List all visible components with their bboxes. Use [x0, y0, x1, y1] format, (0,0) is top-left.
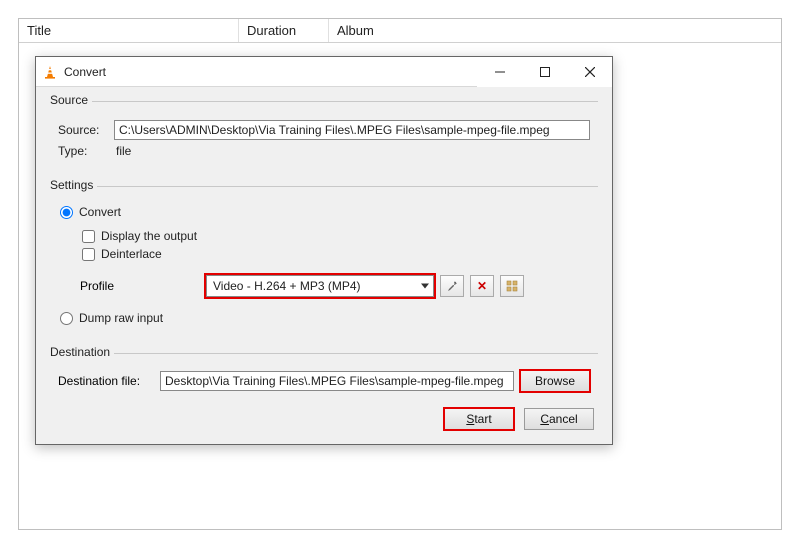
browse-button[interactable]: Browse	[520, 370, 590, 392]
settings-group: Settings Convert Display the output Dein…	[50, 186, 598, 339]
settings-group-label: Settings	[50, 178, 97, 192]
playlist-header: Title Duration Album	[19, 19, 781, 43]
deinterlace-label: Deinterlace	[101, 247, 162, 261]
minimize-button[interactable]	[477, 57, 522, 87]
dialog-footer: Start Cancel	[50, 402, 598, 432]
x-icon: ✕	[477, 279, 487, 293]
titlebar[interactable]: Convert	[36, 57, 612, 87]
convert-radio-input[interactable]	[60, 206, 73, 219]
vlc-cone-icon	[42, 64, 58, 80]
wrench-icon	[446, 280, 458, 292]
col-duration[interactable]: Duration	[239, 19, 329, 42]
display-output-label: Display the output	[101, 229, 197, 243]
delete-profile-button[interactable]: ✕	[470, 275, 494, 297]
close-button[interactable]	[567, 57, 612, 87]
deinterlace-checkbox-input[interactable]	[82, 248, 95, 261]
display-output-checkbox-input[interactable]	[82, 230, 95, 243]
convert-radio[interactable]: Convert	[60, 205, 590, 219]
maximize-button[interactable]	[522, 57, 567, 87]
type-label: Type:	[58, 144, 114, 158]
new-icon	[506, 280, 518, 292]
display-output-checkbox[interactable]: Display the output	[82, 229, 590, 243]
destination-label: Destination file:	[58, 374, 154, 388]
source-group: Source Source: Type: file	[50, 101, 598, 172]
start-button[interactable]: Start	[444, 408, 514, 430]
edit-profile-button[interactable]	[440, 275, 464, 297]
cancel-button[interactable]: Cancel	[524, 408, 594, 430]
dialog-title: Convert	[64, 65, 106, 79]
source-label: Source:	[58, 123, 114, 137]
convert-dialog: Convert Source Source: Type: file	[35, 56, 613, 445]
source-input[interactable]	[114, 120, 590, 140]
dump-radio[interactable]: Dump raw input	[60, 311, 590, 325]
convert-radio-label: Convert	[79, 205, 121, 219]
chevron-down-icon	[421, 284, 429, 289]
col-album[interactable]: Album	[329, 19, 781, 42]
profile-value: Video - H.264 + MP3 (MP4)	[213, 279, 361, 293]
col-title[interactable]: Title	[19, 19, 239, 42]
profile-dropdown[interactable]: Video - H.264 + MP3 (MP4)	[206, 275, 434, 297]
destination-group: Destination Destination file: Browse	[50, 353, 598, 402]
deinterlace-checkbox[interactable]: Deinterlace	[82, 247, 590, 261]
dump-radio-label: Dump raw input	[79, 311, 163, 325]
dump-radio-input[interactable]	[60, 312, 73, 325]
profile-label: Profile	[80, 279, 200, 293]
destination-group-label: Destination	[50, 345, 114, 359]
new-profile-button[interactable]	[500, 275, 524, 297]
destination-input[interactable]	[160, 371, 514, 391]
window-controls	[477, 57, 612, 87]
type-value: file	[114, 144, 131, 158]
source-group-label: Source	[50, 93, 92, 107]
